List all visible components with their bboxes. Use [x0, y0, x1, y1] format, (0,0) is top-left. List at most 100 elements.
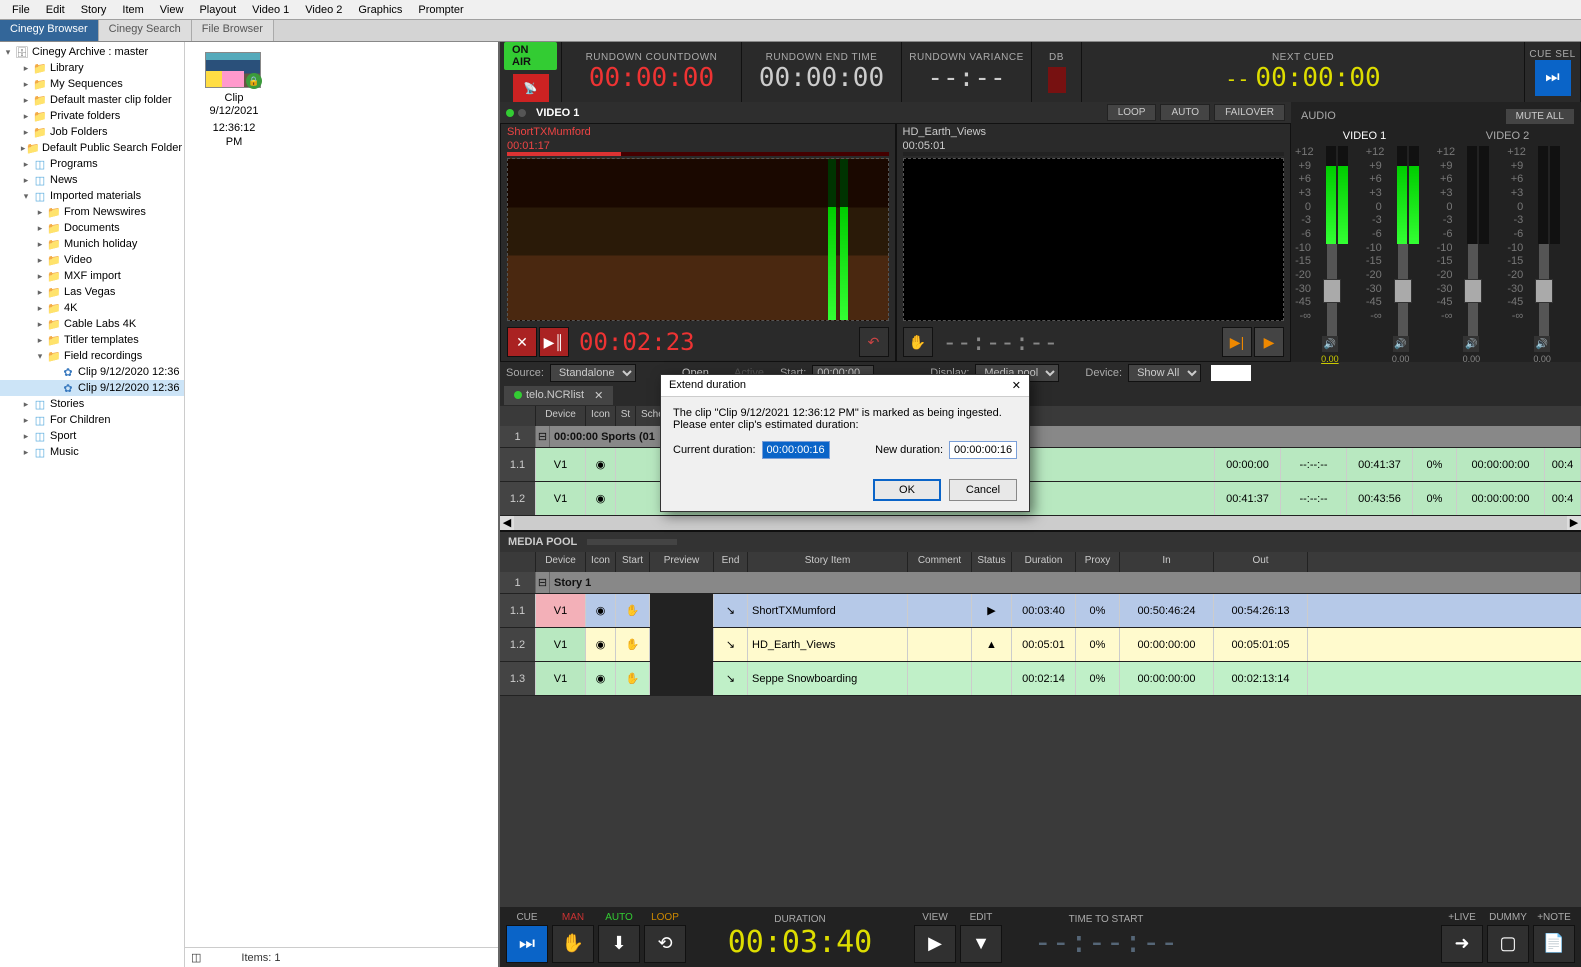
tree-item[interactable]: ▸📁Default master clip folder: [0, 92, 184, 108]
auto-label: AUTO: [605, 912, 633, 923]
menu-video2[interactable]: Video 2: [297, 2, 350, 18]
menu-video1[interactable]: Video 1: [244, 2, 297, 18]
playlist-tab[interactable]: telo.NCRlist✕: [504, 386, 613, 405]
countdown-value: 00:00:00: [589, 63, 714, 93]
tree-item[interactable]: ▸📁Library: [0, 60, 184, 76]
loop-label: LOOP: [651, 912, 679, 923]
browser-tabs: Cinegy BrowserCinegy SearchFile Browser: [0, 20, 1581, 42]
mute-all-button[interactable]: MUTE ALL: [1505, 108, 1575, 125]
audio-meter-2[interactable]: +12+9+6+30-3-6-10-15-20-30-45-∞🔊0.00: [1437, 146, 1507, 342]
view-button[interactable]: ▶: [914, 925, 956, 963]
tree-item[interactable]: ▸📁Job Folders: [0, 124, 184, 140]
status-dot-green: [506, 109, 514, 117]
tree-item[interactable]: ▸📁Default Public Search Folder: [0, 140, 184, 156]
tree-item[interactable]: ▸📁Private folders: [0, 108, 184, 124]
auto-bottom-button[interactable]: ⬇: [598, 925, 640, 963]
audio-v2-tab[interactable]: VIDEO 2: [1436, 128, 1579, 144]
tree-item[interactable]: ▸◫News: [0, 172, 184, 188]
ok-button[interactable]: OK: [873, 479, 941, 501]
audio-meter-3[interactable]: +12+9+6+30-3-6-10-15-20-30-45-∞🔊0.00: [1507, 146, 1577, 342]
db-label: DB: [1049, 52, 1064, 63]
clip-area: 🔒 Clip 9/12/2021 12:36:12 PM ◫ Items: 1: [185, 42, 498, 967]
menu-playout[interactable]: Playout: [191, 2, 244, 18]
device-swatch: [1211, 365, 1251, 381]
note-button[interactable]: 📄: [1533, 925, 1575, 963]
loop-bottom-button[interactable]: ⟲: [644, 925, 686, 963]
tab-cinegy-search[interactable]: Cinegy Search: [99, 20, 192, 41]
edit-button[interactable]: ▼: [960, 925, 1002, 963]
new-duration-input[interactable]: [949, 441, 1017, 459]
source-label: Source:: [506, 367, 544, 379]
tab-file-browser[interactable]: File Browser: [192, 20, 274, 41]
tree-item[interactable]: ▸📁Video: [0, 252, 184, 268]
status-bar: ◫ Items: 1: [185, 947, 498, 967]
failover-button[interactable]: FAILOVER: [1214, 104, 1285, 121]
antenna-button[interactable]: 📡: [513, 74, 549, 102]
tree-item[interactable]: ▸📁My Sequences: [0, 76, 184, 92]
menu-view[interactable]: View: [152, 2, 192, 18]
tree-item[interactable]: ▸📁Cable Labs 4K: [0, 316, 184, 332]
mediapool-row[interactable]: 1.3V1◉✋↘Seppe Snowboarding00:02:140%00:0…: [500, 662, 1581, 696]
onair-badge: ON AIR: [504, 42, 557, 70]
tree-item[interactable]: ▸📁Titler templates: [0, 332, 184, 348]
tree-root[interactable]: ▾🗄 Cinegy Archive : master: [0, 44, 184, 60]
mediapool-row[interactable]: 1.2V1◉✋↘HD_Earth_Views▲00:05:010%00:00:0…: [500, 628, 1581, 662]
tab-cinegy-browser[interactable]: Cinegy Browser: [0, 20, 99, 41]
tree-item[interactable]: ▸📁From Newswires: [0, 204, 184, 220]
dummy-button[interactable]: ▢: [1487, 925, 1529, 963]
v1-clip-name: ShortTXMumford: [507, 126, 591, 138]
device-select[interactable]: Show All: [1128, 364, 1201, 382]
menu-prompter[interactable]: Prompter: [410, 2, 471, 18]
tree-item[interactable]: ▾◫Imported materials: [0, 188, 184, 204]
dialog-close-icon[interactable]: ✕: [1012, 379, 1021, 392]
tree-item[interactable]: ▸◫For Children: [0, 412, 184, 428]
tree-item[interactable]: ▾📁Field recordings: [0, 348, 184, 364]
cue-sel-button[interactable]: ⏭: [1535, 60, 1571, 96]
clip-thumbnail[interactable]: 🔒 Clip 9/12/2021 12:36:12 PM: [205, 52, 263, 149]
man-button[interactable]: ✋: [552, 925, 594, 963]
cancel-button[interactable]: Cancel: [949, 479, 1017, 501]
hand-icon[interactable]: ✋: [903, 327, 933, 357]
auto-button[interactable]: AUTO: [1160, 104, 1210, 121]
menu-item[interactable]: Item: [114, 2, 151, 18]
clip-time: 12:36:12 PM: [205, 122, 263, 148]
mp-story-header[interactable]: Story 1: [550, 572, 1581, 593]
close-button[interactable]: ✕: [507, 327, 537, 357]
duration-label: DURATION: [774, 914, 825, 925]
endtime-label: RUNDOWN END TIME: [766, 52, 878, 63]
play-button[interactable]: ▶: [1254, 327, 1284, 357]
menu-story[interactable]: Story: [73, 2, 115, 18]
audio-v1-tab[interactable]: VIDEO 1: [1293, 128, 1436, 144]
mediapool-table: DeviceIconStartPreviewEndStory ItemComme…: [500, 552, 1581, 696]
v2-preview[interactable]: [903, 158, 1285, 321]
return-icon[interactable]: ↶: [859, 327, 889, 357]
menu-file[interactable]: File: [4, 2, 38, 18]
loop-button[interactable]: LOOP: [1107, 104, 1157, 121]
tree-item[interactable]: ▸◫Programs: [0, 156, 184, 172]
menu-graphics[interactable]: Graphics: [350, 2, 410, 18]
pause-button[interactable]: ▶║: [539, 327, 569, 357]
tree-item[interactable]: ✿Clip 9/12/2020 12:36: [0, 364, 184, 380]
cue-button[interactable]: ⏭: [506, 925, 548, 963]
tree-item[interactable]: ▸◫Stories: [0, 396, 184, 412]
menu-edit[interactable]: Edit: [38, 2, 73, 18]
live-button[interactable]: ➜: [1441, 925, 1483, 963]
v1-preview[interactable]: [507, 158, 889, 321]
audio-meter-1[interactable]: +12+9+6+30-3-6-10-15-20-30-45-∞🔊0.00: [1366, 146, 1436, 342]
tree-item[interactable]: ▸📁MXF import: [0, 268, 184, 284]
tree-item[interactable]: ▸📁Las Vegas: [0, 284, 184, 300]
audio-meter-0[interactable]: +12+9+6+30-3-6-10-15-20-30-45-∞🔊0.00: [1295, 146, 1365, 342]
onair-row: ON AIR 📡 RUNDOWN COUNTDOWN 00:00:00 RUND…: [500, 42, 1581, 102]
tree-item[interactable]: ▸📁4K: [0, 300, 184, 316]
dialog-title: Extend duration: [669, 379, 746, 392]
tree-item[interactable]: ▸📁Munich holiday: [0, 236, 184, 252]
source-select[interactable]: Standalone: [550, 364, 636, 382]
current-duration-input[interactable]: [762, 441, 830, 459]
tree-item[interactable]: ▸◫Music: [0, 444, 184, 460]
tree-item[interactable]: ▸◫Sport: [0, 428, 184, 444]
tree-item[interactable]: ✿Clip 9/12/2020 12:36: [0, 380, 184, 396]
step-button[interactable]: ▶|: [1222, 327, 1252, 357]
folder-tree[interactable]: ▾🗄 Cinegy Archive : master ▸📁Library▸📁My…: [0, 42, 185, 967]
tree-item[interactable]: ▸📁Documents: [0, 220, 184, 236]
mediapool-row[interactable]: 1.1V1◉✋↘ShortTXMumford▶00:03:400%00:50:4…: [500, 594, 1581, 628]
